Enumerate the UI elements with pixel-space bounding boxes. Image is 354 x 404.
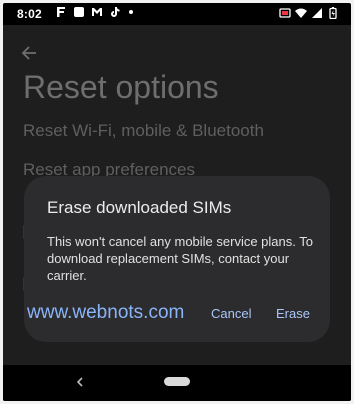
more-notifications-icon (129, 10, 133, 14)
signal-icon (312, 8, 322, 18)
gmail-icon (92, 8, 102, 16)
page-title: Reset options (23, 69, 219, 105)
phone-screen: 8:02 Reset options Reset Wi-Fi, mobile &… (3, 3, 351, 401)
home-pill-handle[interactable] (164, 377, 190, 386)
nav-back-icon[interactable] (73, 374, 87, 390)
cast-icon (279, 8, 291, 18)
cancel-button[interactable]: Cancel (211, 306, 251, 321)
square-notification-icon (74, 7, 84, 17)
status-bar: 8:02 (3, 3, 351, 25)
f-notification-icon (57, 7, 65, 17)
wifi-icon (295, 8, 307, 18)
tiktok-icon (111, 7, 120, 17)
back-arrow-icon[interactable] (19, 43, 39, 63)
status-time: 8:02 (17, 7, 42, 21)
notification-icons (55, 6, 133, 18)
watermark-text: www.webnots.com (27, 302, 185, 323)
dialog-title: Erase downloaded SIMs (47, 198, 232, 217)
battery-icon (329, 7, 337, 19)
erase-button[interactable]: Erase (276, 306, 310, 321)
dialog-message: This won't cancel any mobile service pla… (47, 234, 313, 283)
erase-sims-dialog: Erase downloaded SIMs This won't cancel … (24, 176, 330, 342)
system-icons (279, 7, 339, 19)
option-reset-wifi-mobile-bluetooth[interactable]: Reset Wi-Fi, mobile & Bluetooth (23, 121, 264, 141)
navigation-bar (3, 365, 351, 401)
